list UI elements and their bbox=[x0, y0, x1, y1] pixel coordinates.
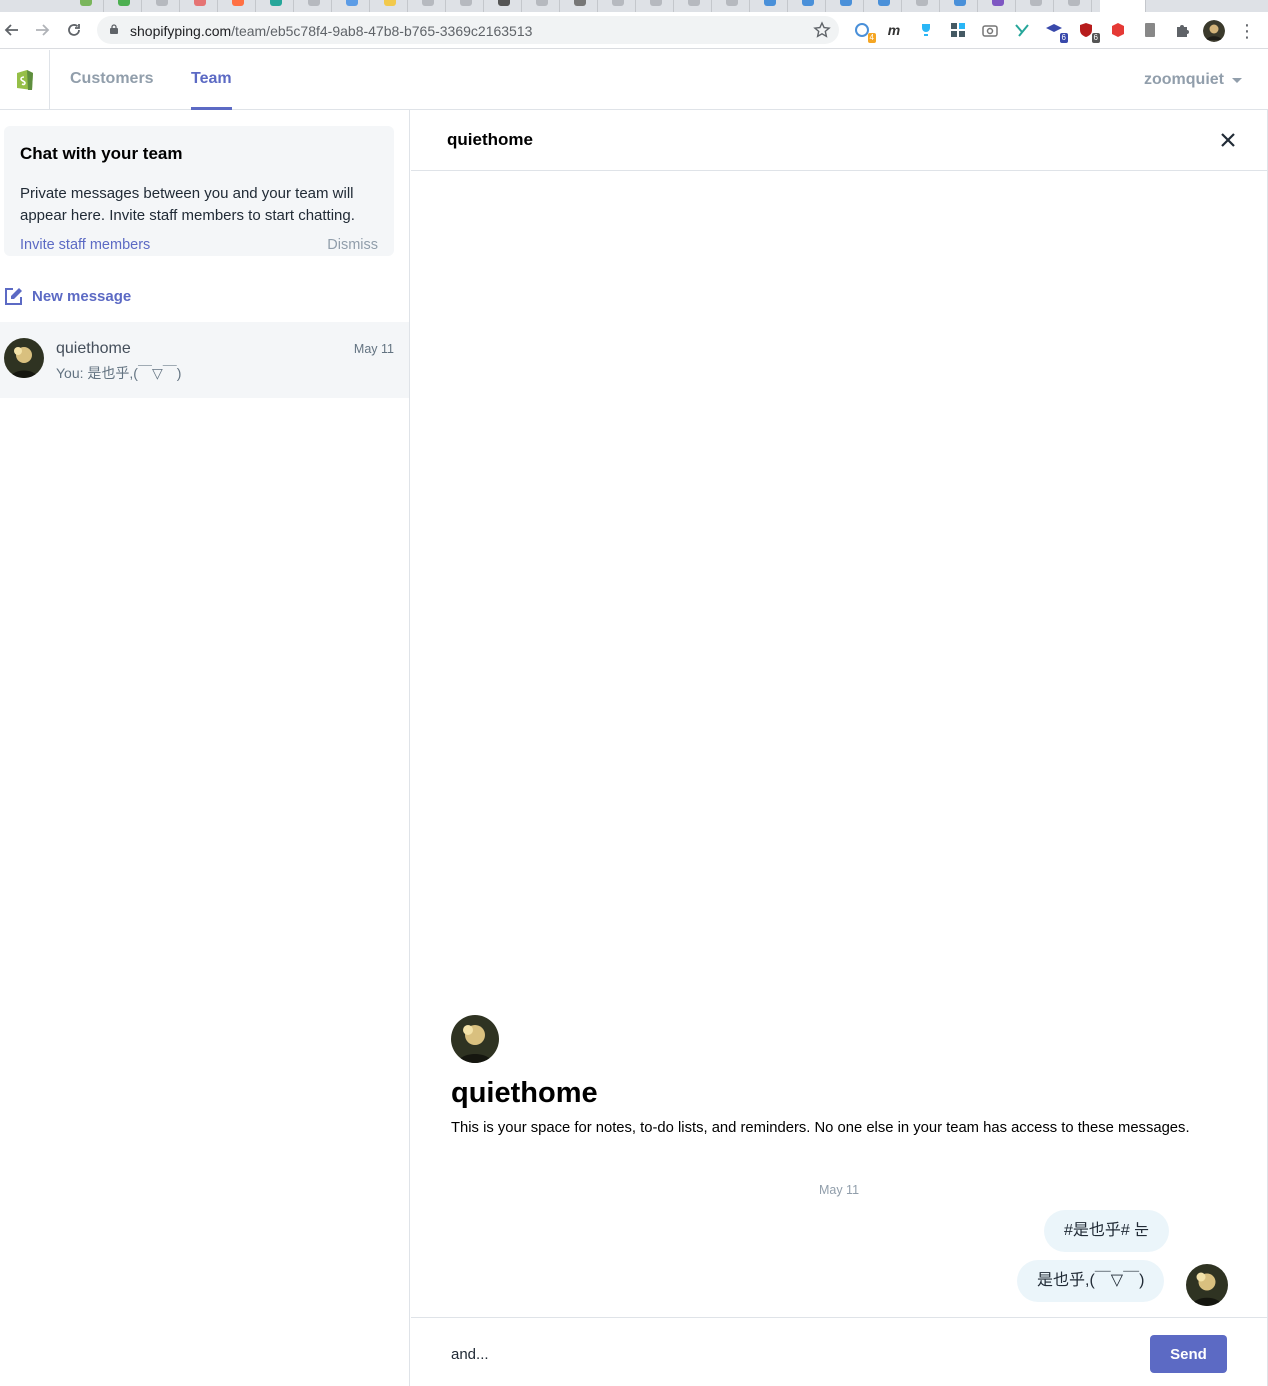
chat-panel: quiethome quiethome This is your space f… bbox=[411, 110, 1268, 1386]
message-input[interactable] bbox=[451, 1336, 1131, 1372]
chat-header: quiethome bbox=[411, 110, 1267, 171]
message-bubble: 是也乎,(￣▽￣) bbox=[1017, 1260, 1165, 1302]
extension-shield-icon[interactable]: 6 bbox=[1076, 20, 1100, 43]
app-header: Customers Team zoomquiet bbox=[0, 50, 1268, 110]
tab-customers[interactable]: Customers bbox=[70, 50, 154, 109]
extension-grid-icon[interactable] bbox=[948, 20, 968, 40]
browser-tab[interactable] bbox=[902, 0, 940, 12]
team-chat-banner: Chat with your team Private messages bet… bbox=[4, 126, 394, 256]
browser-tab[interactable] bbox=[446, 0, 484, 12]
chat-title: quiethome bbox=[447, 130, 533, 149]
conversation-name: quiethome bbox=[56, 340, 131, 357]
browser-tab[interactable] bbox=[788, 0, 826, 12]
browser-tab[interactable] bbox=[522, 0, 560, 12]
user-menu[interactable]: zoomquiet bbox=[1144, 50, 1242, 109]
tab-team[interactable]: Team bbox=[191, 50, 232, 110]
browser-tab[interactable] bbox=[712, 0, 750, 12]
intro-name: quiethome bbox=[451, 1077, 598, 1109]
browser-tab[interactable] bbox=[408, 0, 446, 12]
browser-tab-strip bbox=[0, 0, 1268, 12]
extension-trophy-icon[interactable] bbox=[916, 20, 936, 40]
close-icon[interactable] bbox=[1217, 129, 1239, 151]
browser-tab[interactable] bbox=[674, 0, 712, 12]
url-text: shopifyping.com/team/eb5c78f4-9ab8-47b8-… bbox=[130, 23, 533, 39]
lock-icon bbox=[110, 24, 118, 34]
browser-tab[interactable] bbox=[180, 0, 218, 12]
dismiss-button[interactable]: Dismiss bbox=[327, 237, 378, 253]
message-bubble: #是也乎# 눈 bbox=[1044, 1210, 1169, 1252]
browser-tab[interactable] bbox=[104, 0, 142, 12]
browser-tab[interactable] bbox=[256, 0, 294, 12]
message-composer: Send bbox=[411, 1317, 1267, 1386]
browser-tab[interactable] bbox=[484, 0, 522, 12]
browser-tab[interactable] bbox=[218, 0, 256, 12]
browser-menu-icon[interactable]: ⋮ bbox=[1238, 20, 1256, 42]
avatar bbox=[4, 338, 44, 378]
browser-toolbar: shopifyping.com/team/eb5c78f4-9ab8-47b8-… bbox=[0, 12, 1268, 49]
browser-tab[interactable] bbox=[636, 0, 674, 12]
compose-icon bbox=[5, 287, 22, 305]
shopify-logo[interactable] bbox=[0, 50, 50, 109]
browser-tab[interactable] bbox=[826, 0, 864, 12]
browser-tab[interactable] bbox=[750, 0, 788, 12]
browser-tab[interactable] bbox=[864, 0, 902, 12]
extension-doc-icon[interactable] bbox=[1140, 20, 1160, 40]
extension-cube-icon[interactable] bbox=[1108, 20, 1128, 40]
extension-icon[interactable]: 4 bbox=[852, 20, 876, 43]
browser-tab[interactable] bbox=[66, 0, 104, 12]
date-separator: May 11 bbox=[818, 1183, 860, 1197]
avatar bbox=[451, 1015, 499, 1063]
browser-tab[interactable] bbox=[142, 0, 180, 12]
conversation-item[interactable]: quiethome You: 是也乎,(￣▽￣) May 11 bbox=[0, 322, 409, 398]
browser-profile-avatar[interactable] bbox=[1203, 20, 1225, 42]
browser-tab[interactable] bbox=[332, 0, 370, 12]
chevron-down-icon bbox=[1232, 77, 1242, 83]
browser-tab[interactable] bbox=[560, 0, 598, 12]
extension-y-icon[interactable] bbox=[1012, 20, 1032, 40]
new-message-button[interactable]: New message bbox=[4, 285, 131, 307]
banner-body: Private messages between you and your te… bbox=[20, 185, 355, 224]
banner-title: Chat with your team bbox=[20, 144, 183, 163]
conversation-date: May 11 bbox=[353, 342, 394, 356]
browser-tab[interactable] bbox=[1054, 0, 1092, 12]
browser-tab-active[interactable] bbox=[1100, 0, 1146, 12]
bookmark-star-icon[interactable] bbox=[813, 21, 831, 39]
send-button[interactable]: Send bbox=[1150, 1335, 1227, 1373]
user-name: zoomquiet bbox=[1144, 70, 1224, 88]
shopify-bag-icon bbox=[16, 70, 33, 90]
browser-tab[interactable] bbox=[1016, 0, 1054, 12]
extension-m-icon[interactable]: m bbox=[884, 20, 904, 40]
browser-tab[interactable] bbox=[978, 0, 1016, 12]
browser-tab[interactable] bbox=[940, 0, 978, 12]
extensions-puzzle-icon[interactable] bbox=[1172, 20, 1192, 40]
camera-icon[interactable] bbox=[980, 20, 1000, 40]
forward-icon[interactable] bbox=[30, 18, 54, 42]
conversation-preview: You: 是也乎,(￣▽￣) bbox=[56, 365, 182, 381]
browser-tab[interactable] bbox=[370, 0, 408, 12]
sidebar: Chat with your team Private messages bet… bbox=[0, 110, 410, 1386]
intro-description: This is your space for notes, to-do list… bbox=[451, 1120, 1190, 1136]
extension-cap-icon[interactable]: 6 bbox=[1044, 20, 1068, 43]
address-bar[interactable]: shopifyping.com/team/eb5c78f4-9ab8-47b8-… bbox=[97, 16, 839, 44]
back-icon[interactable] bbox=[0, 18, 24, 42]
browser-tab[interactable] bbox=[294, 0, 332, 12]
invite-staff-link[interactable]: Invite staff members bbox=[20, 237, 150, 253]
new-message-label: New message bbox=[32, 287, 132, 305]
browser-tab[interactable] bbox=[598, 0, 636, 12]
reload-icon[interactable] bbox=[62, 18, 86, 42]
avatar bbox=[1186, 1264, 1228, 1306]
